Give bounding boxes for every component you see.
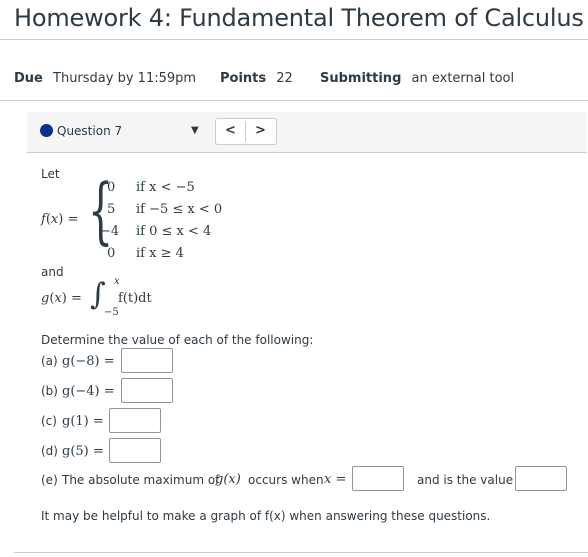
submitting-value: an external tool [411, 71, 515, 86]
caret-down-icon[interactable]: ▼ [191, 125, 199, 136]
due-info: Due Thursday by 11:59pm [14, 71, 196, 86]
piece-value-2: 5 [107, 202, 116, 217]
next-question-button[interactable]: > [246, 119, 275, 144]
points-value: 22 [276, 71, 293, 86]
title-divider [0, 39, 588, 40]
piece-condition-4: if x ≥ 4 [136, 246, 184, 261]
part-e-x-equals: x = [324, 472, 347, 487]
hint-text: It may be helpful to make a graph of f(x… [41, 509, 491, 523]
part-e-occurs-text: occurs when [248, 473, 324, 487]
part-e-text: The absolute maximum of [62, 473, 220, 487]
part-e-label: (e) [41, 473, 58, 487]
previous-question-button[interactable]: < [216, 119, 245, 144]
part-e-value-text: and is the value [417, 473, 514, 487]
part-c-answer-input[interactable] [109, 408, 161, 433]
bottom-divider [14, 552, 588, 553]
f-definition-lhs: f(x) = [41, 212, 79, 227]
question-nav: Question 7 ▼ < > [27, 112, 587, 153]
due-label: Due [14, 71, 43, 86]
integral-sign: ∫ [90, 277, 106, 312]
instruction-text: Determine the value of each of the follo… [41, 333, 314, 347]
question-pager: < > [215, 118, 277, 145]
let-label: Let [41, 167, 60, 181]
part-d-expression: g(5) = [62, 444, 104, 459]
part-e-max-answer-input[interactable] [515, 466, 567, 491]
integrand: f(t)dt [118, 291, 152, 306]
submitting-label: Submitting [320, 71, 402, 86]
part-e-gx: g(x) [215, 472, 241, 487]
part-e-x-answer-input[interactable] [352, 466, 404, 491]
part-c-expression: g(1) = [62, 414, 104, 429]
part-a-label: (a) [41, 354, 58, 368]
part-a-answer-input[interactable] [121, 348, 173, 373]
piece-value-1: 0 [107, 180, 116, 195]
meta-divider [0, 100, 588, 101]
part-b-answer-input[interactable] [121, 378, 173, 403]
points-label: Points [220, 71, 267, 86]
part-d-answer-input[interactable] [109, 438, 161, 463]
points-info: Points 22 [220, 71, 293, 86]
piece-condition-1: if x < −5 [136, 180, 195, 195]
part-a-expression: g(−8) = [62, 354, 115, 369]
piece-condition-2: if −5 ≤ x < 0 [136, 202, 223, 217]
due-value: Thursday by 11:59pm [53, 71, 197, 86]
part-b-label: (b) [41, 384, 58, 398]
piece-value-4: 0 [107, 246, 116, 261]
page-title: Homework 4: Fundamental Theorem of Calcu… [14, 4, 584, 32]
part-d-label: (d) [41, 444, 58, 458]
and-label: and [41, 265, 64, 279]
integral-upper-limit: x [114, 276, 120, 287]
integral-lower-limit: −5 [104, 307, 119, 318]
piece-value-3: −4 [100, 224, 120, 239]
question-status-icon [40, 124, 53, 137]
question-select-label[interactable]: Question 7 [57, 124, 122, 138]
piece-condition-3: if 0 ≤ x < 4 [136, 224, 212, 239]
g-definition-lhs: g(x) = [41, 291, 82, 306]
submitting-info: Submitting an external tool [320, 71, 514, 86]
part-c-label: (c) [41, 414, 57, 428]
part-b-expression: g(−4) = [62, 384, 115, 399]
